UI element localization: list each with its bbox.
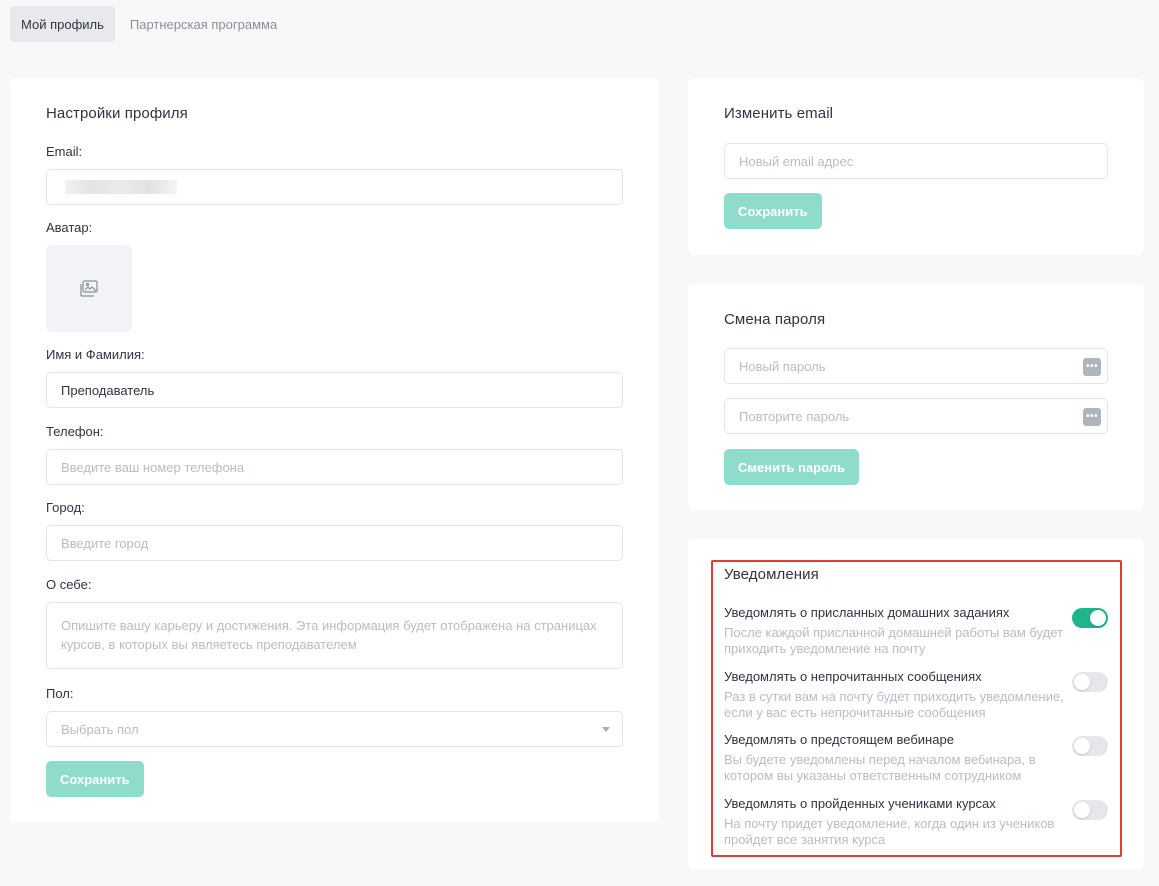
new-email-placeholder: Новый email адрес — [739, 153, 854, 169]
about-label: О себе: — [46, 577, 92, 592]
avatar-upload[interactable] — [46, 245, 132, 332]
change-password-title: Смена пароля — [724, 311, 826, 328]
tab-my-profile[interactable]: Мой профиль — [10, 6, 115, 42]
toggle-homework[interactable] — [1072, 608, 1108, 628]
about-placeholder: Опишите вашу карьеру и достижения. Эта и… — [61, 618, 597, 652]
notifications-card: Уведомления Уведомлять о присланных дома… — [688, 539, 1144, 869]
tab-partner-program[interactable]: Партнерская программа — [119, 6, 288, 42]
new-password-field[interactable]: Новый пароль ••• — [724, 348, 1108, 384]
notification-title: Уведомлять о присланных домашних задания… — [724, 605, 1010, 620]
city-field[interactable]: Введите город — [46, 525, 623, 561]
change-email-title: Изменить email — [724, 105, 834, 122]
change-password-button[interactable]: Сменить пароль — [724, 449, 859, 485]
notification-description: Вы будете уведомлены перед началом вебин… — [724, 752, 1036, 783]
name-value: Преподаватель — [61, 382, 155, 398]
new-email-field[interactable]: Новый email адрес — [724, 143, 1108, 179]
toggle-course-completed[interactable] — [1072, 800, 1108, 820]
notification-title: Уведомлять о непрочитанных сообщениях — [724, 669, 982, 684]
notification-title: Уведомлять о пройденных учениками курсах — [724, 796, 996, 811]
change-password-card: Смена пароля Новый пароль ••• Повторите … — [688, 284, 1144, 510]
phone-placeholder: Введите ваш номер телефона — [61, 459, 245, 475]
notification-homework: Уведомлять о присланных домашних задания… — [724, 605, 1108, 657]
notification-description: Раз в сутки вам на почту будет приходить… — [724, 689, 1064, 720]
repeat-password-field[interactable]: Повторите пароль ••• — [724, 398, 1108, 434]
phone-label: Телефон: — [46, 424, 104, 439]
email-label: Email: — [46, 144, 83, 159]
new-password-placeholder: Новый пароль — [739, 358, 826, 374]
notification-description: После каждой присланной домашней работы … — [724, 625, 1063, 656]
profile-save-button[interactable]: Сохранить — [46, 761, 144, 797]
gender-placeholder: Выбрать пол — [61, 721, 139, 737]
email-save-button[interactable]: Сохранить — [724, 193, 822, 229]
notification-title: Уведомлять о предстоящем вебинаре — [724, 732, 954, 747]
name-label: Имя и Фамилия: — [46, 347, 145, 362]
phone-field[interactable]: Введите ваш номер телефона — [46, 449, 623, 485]
email-value-redacted — [65, 180, 177, 194]
notification-webinar: Уведомлять о предстоящем вебинаре Вы буд… — [724, 732, 1108, 784]
notifications-title: Уведомления — [724, 566, 819, 583]
change-email-card: Изменить email Новый email адрес Сохрани… — [688, 78, 1144, 255]
notification-unread-messages: Уведомлять о непрочитанных сообщениях Ра… — [724, 669, 1108, 721]
notification-course-completed: Уведомлять о пройденных учениками курсах… — [724, 796, 1108, 848]
name-field[interactable]: Преподаватель — [46, 372, 623, 408]
image-icon — [80, 279, 98, 297]
gender-label: Пол: — [46, 686, 74, 701]
city-placeholder: Введите город — [61, 535, 149, 551]
city-label: Город: — [46, 500, 85, 515]
about-textarea[interactable]: Опишите вашу карьеру и достижения. Эта и… — [46, 602, 623, 669]
toggle-unread-messages[interactable] — [1072, 672, 1108, 692]
chevron-down-icon — [602, 727, 610, 732]
profile-tabs: Мой профиль Партнерская программа — [10, 6, 288, 42]
profile-settings-title: Настройки профиля — [46, 105, 188, 122]
toggle-webinar[interactable] — [1072, 736, 1108, 756]
email-field[interactable] — [46, 169, 623, 205]
password-dots-icon[interactable]: ••• — [1083, 408, 1101, 426]
avatar-label: Аватар: — [46, 220, 93, 235]
password-dots-icon[interactable]: ••• — [1083, 358, 1101, 376]
profile-settings-card: Настройки профиля Email: Аватар: Имя и Ф… — [10, 78, 659, 822]
repeat-password-placeholder: Повторите пароль — [739, 408, 850, 424]
gender-select[interactable]: Выбрать пол — [46, 711, 623, 747]
notification-description: На почту придет уведомление, когда один … — [724, 816, 1055, 847]
